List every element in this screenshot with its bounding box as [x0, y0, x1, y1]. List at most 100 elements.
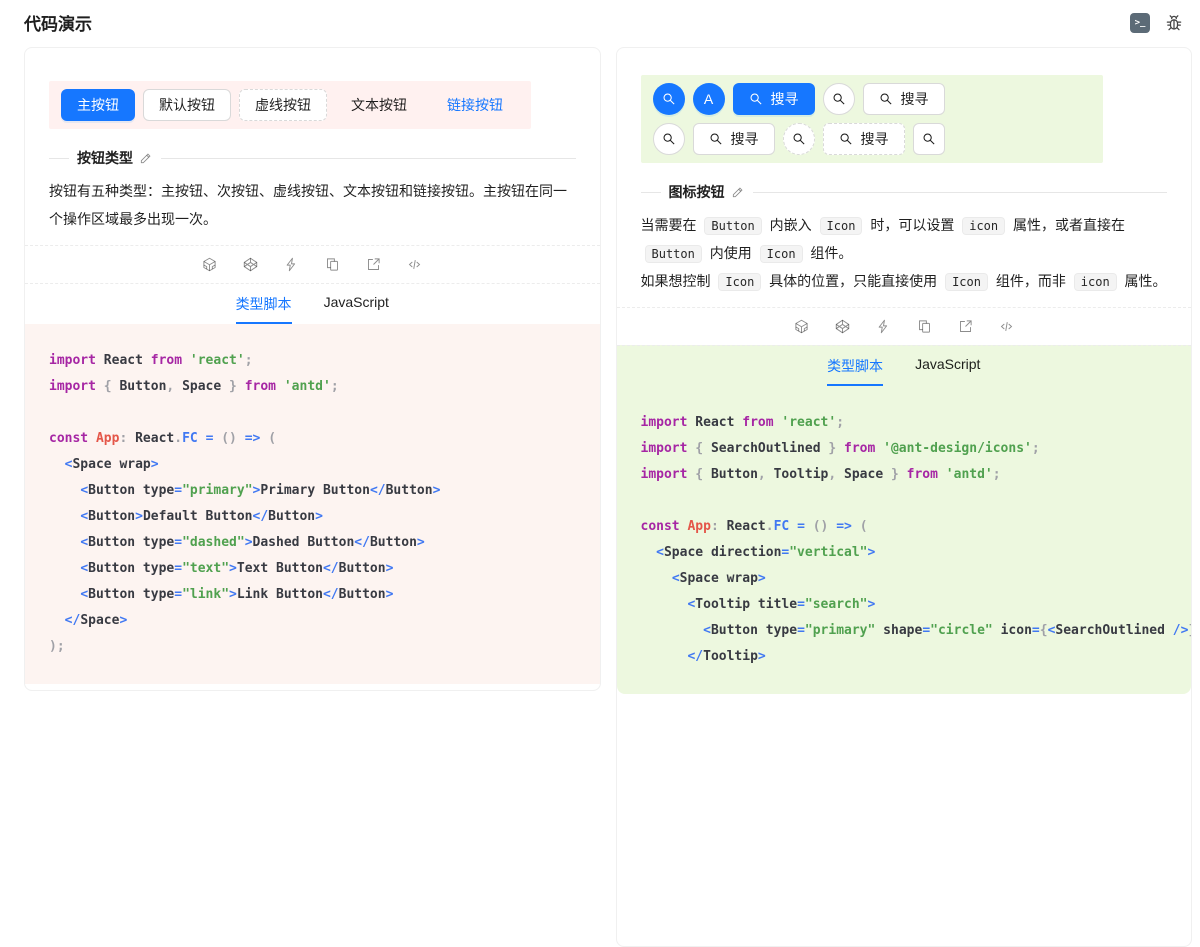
code-line: <Button type="primary" shape="circle" ic… — [641, 618, 1168, 644]
dashed-button[interactable]: 虚线按钮 — [239, 89, 327, 121]
external-link-icon[interactable] — [958, 319, 973, 334]
demo-description: 按钮有五种类型：主按钮、次按钮、虚线按钮、文本按钮和链接按钮。主按钮在同一个操作… — [25, 169, 600, 245]
demo-actions — [617, 307, 1192, 345]
inline-code: Icon — [820, 217, 863, 235]
code-line: <Button type="link">Link Button</Button> — [49, 582, 576, 608]
tab-javascript[interactable]: JavaScript — [915, 346, 980, 386]
edit-icon[interactable] — [729, 185, 753, 199]
primary-circle-a-button[interactable]: A — [693, 83, 725, 115]
inline-code: Button — [645, 245, 702, 263]
link-button[interactable]: 链接按钮 — [431, 89, 519, 121]
button-label: 搜寻 — [861, 132, 889, 146]
copy-icon[interactable] — [325, 257, 340, 272]
header-icons: >_ — [1130, 13, 1184, 33]
search-icon — [832, 92, 846, 106]
thunderbolt-icon[interactable] — [284, 257, 299, 272]
inline-code: Icon — [945, 273, 988, 291]
codepen-icon[interactable] — [835, 319, 850, 334]
description-paragraph: 当需要在 Button 内嵌入 Icon 时，可以设置 icon 属性，或者直接… — [641, 211, 1168, 267]
code-line: <Button>Default Button</Button> — [49, 504, 576, 530]
default-circle-search-button[interactable] — [653, 123, 685, 155]
code-line — [641, 488, 1168, 514]
code-line: import React from 'react'; — [641, 410, 1168, 436]
terminal-icon[interactable]: >_ — [1130, 13, 1150, 33]
page-title: 代码演示 — [24, 10, 92, 35]
code-line: const App: React.FC = () => ( — [641, 514, 1168, 540]
demo-description: 当需要在 Button 内嵌入 Icon 时，可以设置 icon 属性，或者直接… — [617, 203, 1192, 307]
external-link-icon[interactable] — [366, 257, 381, 272]
code-line: import { SearchOutlined } from '@ant-des… — [641, 436, 1168, 462]
primary-circle-search-button[interactable] — [653, 83, 685, 115]
code-block-typescript: import React from 'react';import { Butto… — [25, 324, 600, 684]
inline-code: icon — [962, 217, 1005, 235]
code-block-typescript: import React from 'react';import { Searc… — [617, 386, 1192, 694]
demo-actions — [25, 245, 600, 283]
button-label: 搜寻 — [901, 92, 929, 106]
default-button[interactable]: 默认按钮 — [143, 89, 231, 121]
demo-meta-title-row: 按钮类型 — [49, 147, 576, 169]
edit-icon[interactable] — [137, 151, 161, 165]
dashed-search-button[interactable]: 搜寻 — [823, 123, 905, 155]
primary-button[interactable]: 主按钮 — [61, 89, 135, 121]
inline-code: icon — [1074, 273, 1117, 291]
button-label: 主按钮 — [77, 98, 119, 112]
description-paragraph: 按钮有五种类型：主按钮、次按钮、虚线按钮、文本按钮和链接按钮。主按钮在同一个操作… — [49, 177, 576, 233]
code-line: <Space wrap> — [49, 452, 576, 478]
search-icon — [662, 132, 676, 146]
bug-icon[interactable] — [1164, 13, 1184, 33]
code-line: <Button type="dashed">Dashed Button</But… — [49, 530, 576, 556]
code-line: </Space> — [49, 608, 576, 634]
search-icon — [749, 92, 763, 106]
description-paragraph: 如果想控制 Icon 具体的位置，只能直接使用 Icon 组件，而非 icon … — [641, 267, 1168, 295]
code-line: const App: React.FC = () => ( — [49, 426, 576, 452]
inline-code: Icon — [718, 273, 761, 291]
inline-code: Icon — [760, 245, 803, 263]
button-label: A — [704, 92, 713, 106]
button-label: 链接按钮 — [447, 98, 503, 112]
search-icon — [709, 132, 723, 146]
primary-search-button[interactable]: 搜寻 — [733, 83, 815, 115]
code-tabs: 类型脚本 JavaScript — [25, 283, 600, 324]
demo-button-row: 搜寻 搜寻 — [653, 123, 1091, 155]
search-icon — [662, 92, 676, 106]
default-search-button[interactable]: 搜寻 — [693, 123, 775, 155]
search-icon — [879, 92, 893, 106]
codepen-icon[interactable] — [243, 257, 258, 272]
search-icon — [792, 132, 806, 146]
button-label: 搜寻 — [731, 132, 759, 146]
code-line: ); — [49, 634, 576, 660]
default-search-button[interactable]: 搜寻 — [863, 83, 945, 115]
demo-grid: 主按钮 默认按钮 虚线按钮 文本按钮 链接按钮 按钮类型 按钮有五种类型：主按钮、次按钮… — [0, 47, 1200, 947]
search-icon — [839, 132, 853, 146]
text-button[interactable]: 文本按钮 — [335, 89, 423, 121]
demo-meta-title-row: 图标按钮 — [641, 181, 1168, 203]
code-section: 类型脚本 JavaScript import React from 'react'… — [617, 345, 1192, 694]
tab-typescript[interactable]: 类型脚本 — [827, 346, 883, 386]
code-line: <Space wrap> — [641, 566, 1168, 592]
code-line — [49, 400, 576, 426]
thunderbolt-icon[interactable] — [876, 319, 891, 334]
button-label: 搜寻 — [771, 92, 799, 106]
dashed-circle-search-button[interactable] — [783, 123, 815, 155]
demo-button-row: 主按钮 默认按钮 虚线按钮 文本按钮 链接按钮 — [61, 89, 519, 121]
codesandbox-icon[interactable] — [794, 319, 809, 334]
demo-card-icon-button: A搜寻搜寻搜寻搜寻 图标按钮 当需要在 Button 内嵌入 Icon 时，可以… — [616, 47, 1193, 947]
tab-typescript[interactable]: 类型脚本 — [236, 284, 292, 324]
code-line: <Tooltip title="search"> — [641, 592, 1168, 618]
code-line: import { Button, Space } from 'antd'; — [49, 374, 576, 400]
default-circle-search-button[interactable] — [823, 83, 855, 115]
code-icon[interactable] — [407, 257, 422, 272]
code-icon[interactable] — [999, 319, 1014, 334]
demo-card-button-type: 主按钮 默认按钮 虚线按钮 文本按钮 链接按钮 按钮类型 按钮有五种类型：主按钮、次按钮… — [24, 47, 601, 691]
copy-icon[interactable] — [917, 319, 932, 334]
codesandbox-icon[interactable] — [202, 257, 217, 272]
button-label: 默认按钮 — [159, 98, 215, 112]
default-square-search-button[interactable] — [913, 123, 945, 155]
tab-javascript[interactable]: JavaScript — [324, 284, 389, 324]
page-header: 代码演示 >_ — [0, 0, 1200, 47]
code-line: <Button type="primary">Primary Button</B… — [49, 478, 576, 504]
code-line: <Space direction="vertical"> — [641, 540, 1168, 566]
button-label: 文本按钮 — [351, 98, 407, 112]
code-tabs: 类型脚本 JavaScript — [617, 345, 1192, 386]
code-line: import { Button, Tooltip, Space } from '… — [641, 462, 1168, 488]
